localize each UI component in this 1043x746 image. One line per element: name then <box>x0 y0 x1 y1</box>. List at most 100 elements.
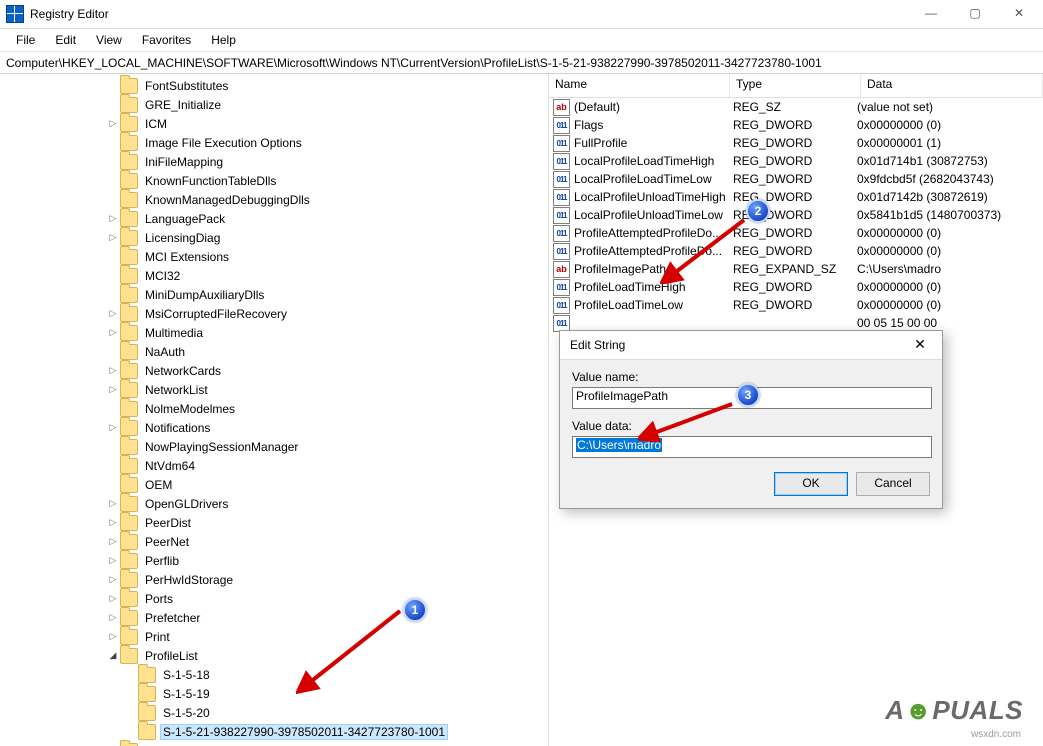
tree-item[interactable]: Prefetcher <box>0 608 548 627</box>
tree-item[interactable]: OpenGLDrivers <box>0 494 548 513</box>
value-data: 0x01d714b1 (30872753) <box>851 154 1043 168</box>
tree-item[interactable]: MCI32 <box>0 266 548 285</box>
tree-item[interactable]: NaAuth <box>0 342 548 361</box>
chevron-right-icon[interactable] <box>106 498 120 509</box>
tree-item-label: NowPlayingSessionManager <box>142 439 301 455</box>
string-value-icon: ab <box>553 261 570 278</box>
folder-icon <box>120 268 138 284</box>
chevron-right-icon[interactable] <box>106 308 120 319</box>
tree-item[interactable]: S-1-5-19 <box>0 684 548 703</box>
tree-item[interactable]: NowPlayingSessionManager <box>0 437 548 456</box>
folder-icon <box>120 534 138 550</box>
minimize-button[interactable]: — <box>909 0 953 26</box>
maximize-button[interactable]: ▢ <box>953 0 997 26</box>
tree-item[interactable]: S-1-5-18 <box>0 665 548 684</box>
tree-item[interactable]: Multimedia <box>0 323 548 342</box>
menu-view[interactable]: View <box>86 31 132 49</box>
list-row[interactable]: abProfileImagePathREG_EXPAND_SZC:\Users\… <box>549 260 1043 278</box>
tree-item[interactable]: PerHwIdStorage <box>0 570 548 589</box>
tree-item[interactable]: Ports <box>0 589 548 608</box>
menu-favorites[interactable]: Favorites <box>132 31 201 49</box>
chevron-right-icon[interactable] <box>106 232 120 243</box>
binary-value-icon: 011 <box>553 135 570 152</box>
chevron-right-icon[interactable] <box>106 213 120 224</box>
list-row[interactable]: 011ProfileLoadTimeLowREG_DWORD0x00000000… <box>549 296 1043 314</box>
list-row[interactable]: 011LocalProfileLoadTimeHighREG_DWORD0x01… <box>549 152 1043 170</box>
menu-edit[interactable]: Edit <box>45 31 86 49</box>
tree-item[interactable]: Image File Execution Options <box>0 133 548 152</box>
tree-item[interactable]: KnownManagedDebuggingDlls <box>0 190 548 209</box>
tree-item[interactable]: LicensingDiag <box>0 228 548 247</box>
chevron-right-icon[interactable] <box>106 593 120 604</box>
tree-item[interactable]: ProfileList <box>0 646 548 665</box>
list-row[interactable]: 011ProfileAttemptedProfileDo...REG_DWORD… <box>549 242 1043 260</box>
list-row[interactable]: 011FullProfileREG_DWORD0x00000001 (1) <box>549 134 1043 152</box>
tree-item[interactable]: Notifications <box>0 418 548 437</box>
chevron-right-icon[interactable] <box>106 327 120 338</box>
tree-item[interactable]: LanguagePack <box>0 209 548 228</box>
tree-item[interactable]: MCI Extensions <box>0 247 548 266</box>
cancel-button[interactable]: Cancel <box>856 472 930 496</box>
value-name: ProfileLoadTimeLow <box>574 298 683 312</box>
tree-item[interactable]: FontSubstitutes <box>0 76 548 95</box>
tree-item[interactable]: KnownFunctionTableDlls <box>0 171 548 190</box>
dialog-close-button[interactable]: ✕ <box>900 331 940 357</box>
value-type: REG_DWORD <box>727 118 851 132</box>
ok-button[interactable]: OK <box>774 472 848 496</box>
tree-pane[interactable]: FontSubstitutesGRE_InitializeICM Image Fi… <box>0 74 549 746</box>
value-data-label: Value data: <box>572 419 930 433</box>
list-row[interactable]: ab(Default)REG_SZ(value not set) <box>549 98 1043 116</box>
tree-item[interactable]: MsiCorruptedFileRecovery <box>0 304 548 323</box>
tree-item[interactable]: GRE_Initialize <box>0 95 548 114</box>
tree-item[interactable]: OEM <box>0 475 548 494</box>
chevron-right-icon[interactable] <box>106 631 120 642</box>
folder-icon <box>120 610 138 626</box>
tree-item[interactable]: ICM <box>0 114 548 133</box>
tree-item[interactable]: NetworkCards <box>0 361 548 380</box>
tree-item-label: NolmeModelmes <box>142 401 238 417</box>
col-data[interactable]: Data <box>861 74 1043 97</box>
tree-item[interactable]: MiniDumpAuxiliaryDlls <box>0 285 548 304</box>
chevron-right-icon[interactable] <box>106 422 120 433</box>
value-name: LocalProfileLoadTimeLow <box>574 172 712 186</box>
folder-icon <box>120 192 138 208</box>
menu-file[interactable]: File <box>6 31 45 49</box>
chevron-right-icon[interactable] <box>106 365 120 376</box>
tree-item[interactable]: S-1-5-21-938227990-3978502011-3427723780… <box>0 722 548 741</box>
tree-item[interactable]: NtVdm64 <box>0 456 548 475</box>
folder-icon <box>120 648 138 664</box>
chevron-right-icon[interactable] <box>106 574 120 585</box>
tree-item[interactable]: IniFileMapping <box>0 152 548 171</box>
tree-item[interactable]: PeerNet <box>0 532 548 551</box>
list-row[interactable]: 011LocalProfileUnloadTimeLowREG_DWORD0x5… <box>549 206 1043 224</box>
menu-help[interactable]: Help <box>201 31 246 49</box>
close-button[interactable]: ✕ <box>997 0 1041 26</box>
value-data: (value not set) <box>851 100 1043 114</box>
chevron-right-icon[interactable] <box>106 118 120 129</box>
tree-item[interactable]: Perflib <box>0 551 548 570</box>
chevron-down-icon[interactable] <box>106 650 120 661</box>
address-bar[interactable]: Computer\HKEY_LOCAL_MACHINE\SOFTWARE\Mic… <box>0 52 1043 74</box>
list-row[interactable]: 011FlagsREG_DWORD0x00000000 (0) <box>549 116 1043 134</box>
chevron-right-icon[interactable] <box>106 555 120 566</box>
list-row[interactable]: 011ProfileAttemptedProfileDo...REG_DWORD… <box>549 224 1043 242</box>
col-name[interactable]: Name <box>549 74 730 97</box>
chevron-right-icon[interactable] <box>106 384 120 395</box>
tree-item[interactable]: ProfileNotification <box>0 741 548 746</box>
tree-item[interactable]: NolmeModelmes <box>0 399 548 418</box>
tree-item[interactable]: S-1-5-20 <box>0 703 548 722</box>
col-type[interactable]: Type <box>730 74 861 97</box>
folder-icon <box>120 173 138 189</box>
tree-item-label: MsiCorruptedFileRecovery <box>142 306 290 322</box>
chevron-right-icon[interactable] <box>106 612 120 623</box>
chevron-right-icon[interactable] <box>106 517 120 528</box>
tree-item[interactable]: NetworkList <box>0 380 548 399</box>
list-row[interactable]: 011ProfileLoadTimeHighREG_DWORD0x0000000… <box>549 278 1043 296</box>
tree-item-label: Image File Execution Options <box>142 135 305 151</box>
value-data-input[interactable]: C:\Users\madro <box>572 436 932 458</box>
chevron-right-icon[interactable] <box>106 536 120 547</box>
list-row[interactable]: 011LocalProfileUnloadTimeHighREG_DWORD0x… <box>549 188 1043 206</box>
list-row[interactable]: 011LocalProfileLoadTimeLowREG_DWORD0x9fd… <box>549 170 1043 188</box>
tree-item[interactable]: Print <box>0 627 548 646</box>
tree-item[interactable]: PeerDist <box>0 513 548 532</box>
